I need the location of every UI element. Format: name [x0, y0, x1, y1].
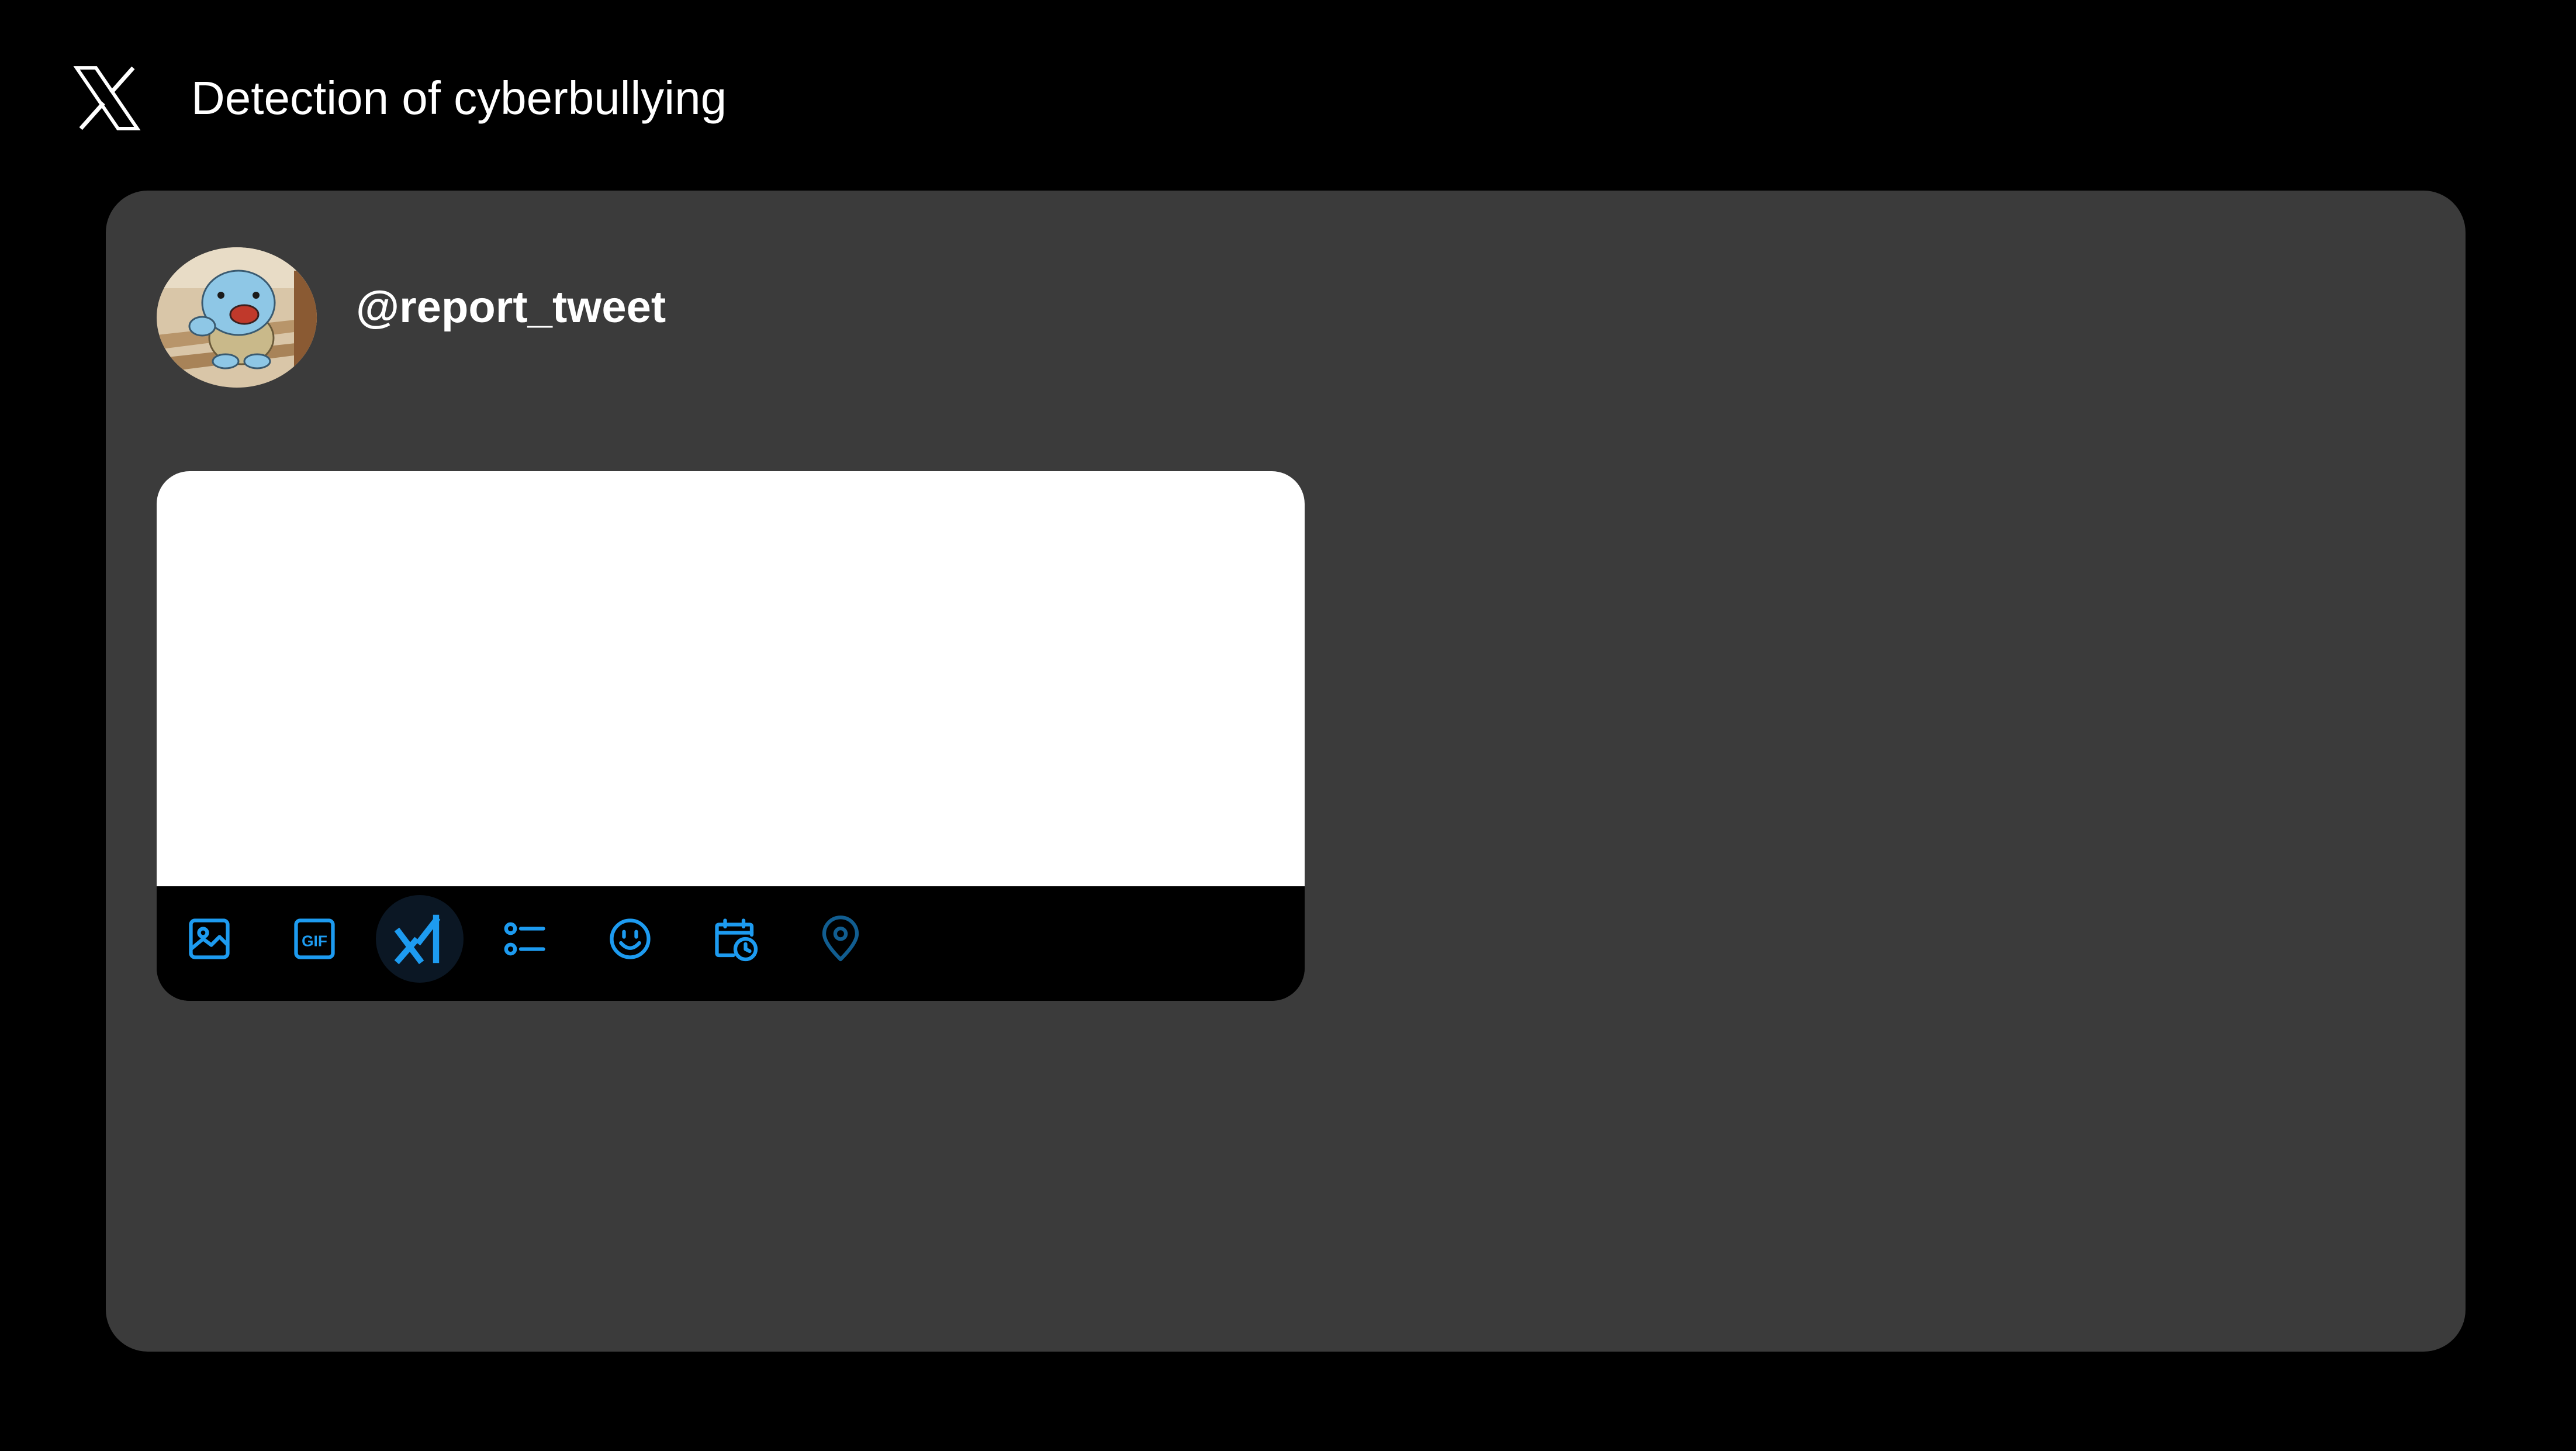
- compose-input[interactable]: [157, 471, 1305, 886]
- user-handle[interactable]: @report_tweet: [356, 278, 666, 337]
- poll-icon[interactable]: [496, 910, 554, 968]
- image-icon[interactable]: [180, 910, 238, 968]
- grok-icon[interactable]: [376, 895, 464, 983]
- app-header: Detection of cyberbullying: [0, 0, 2576, 187]
- x-logo-icon[interactable]: [72, 63, 141, 133]
- gif-icon[interactable]: GIF: [285, 910, 344, 968]
- avatar[interactable]: [157, 247, 317, 388]
- emoji-icon[interactable]: [601, 910, 659, 968]
- tweet-composer: GIF: [157, 471, 1305, 1001]
- post-card: @report_tweet GIF: [106, 191, 2466, 1352]
- composer-toolbar: GIF: [157, 886, 1305, 1001]
- page-title: Detection of cyberbullying: [191, 72, 727, 124]
- location-icon[interactable]: [811, 910, 870, 968]
- schedule-icon[interactable]: [706, 910, 765, 968]
- svg-text:GIF: GIF: [302, 932, 327, 949]
